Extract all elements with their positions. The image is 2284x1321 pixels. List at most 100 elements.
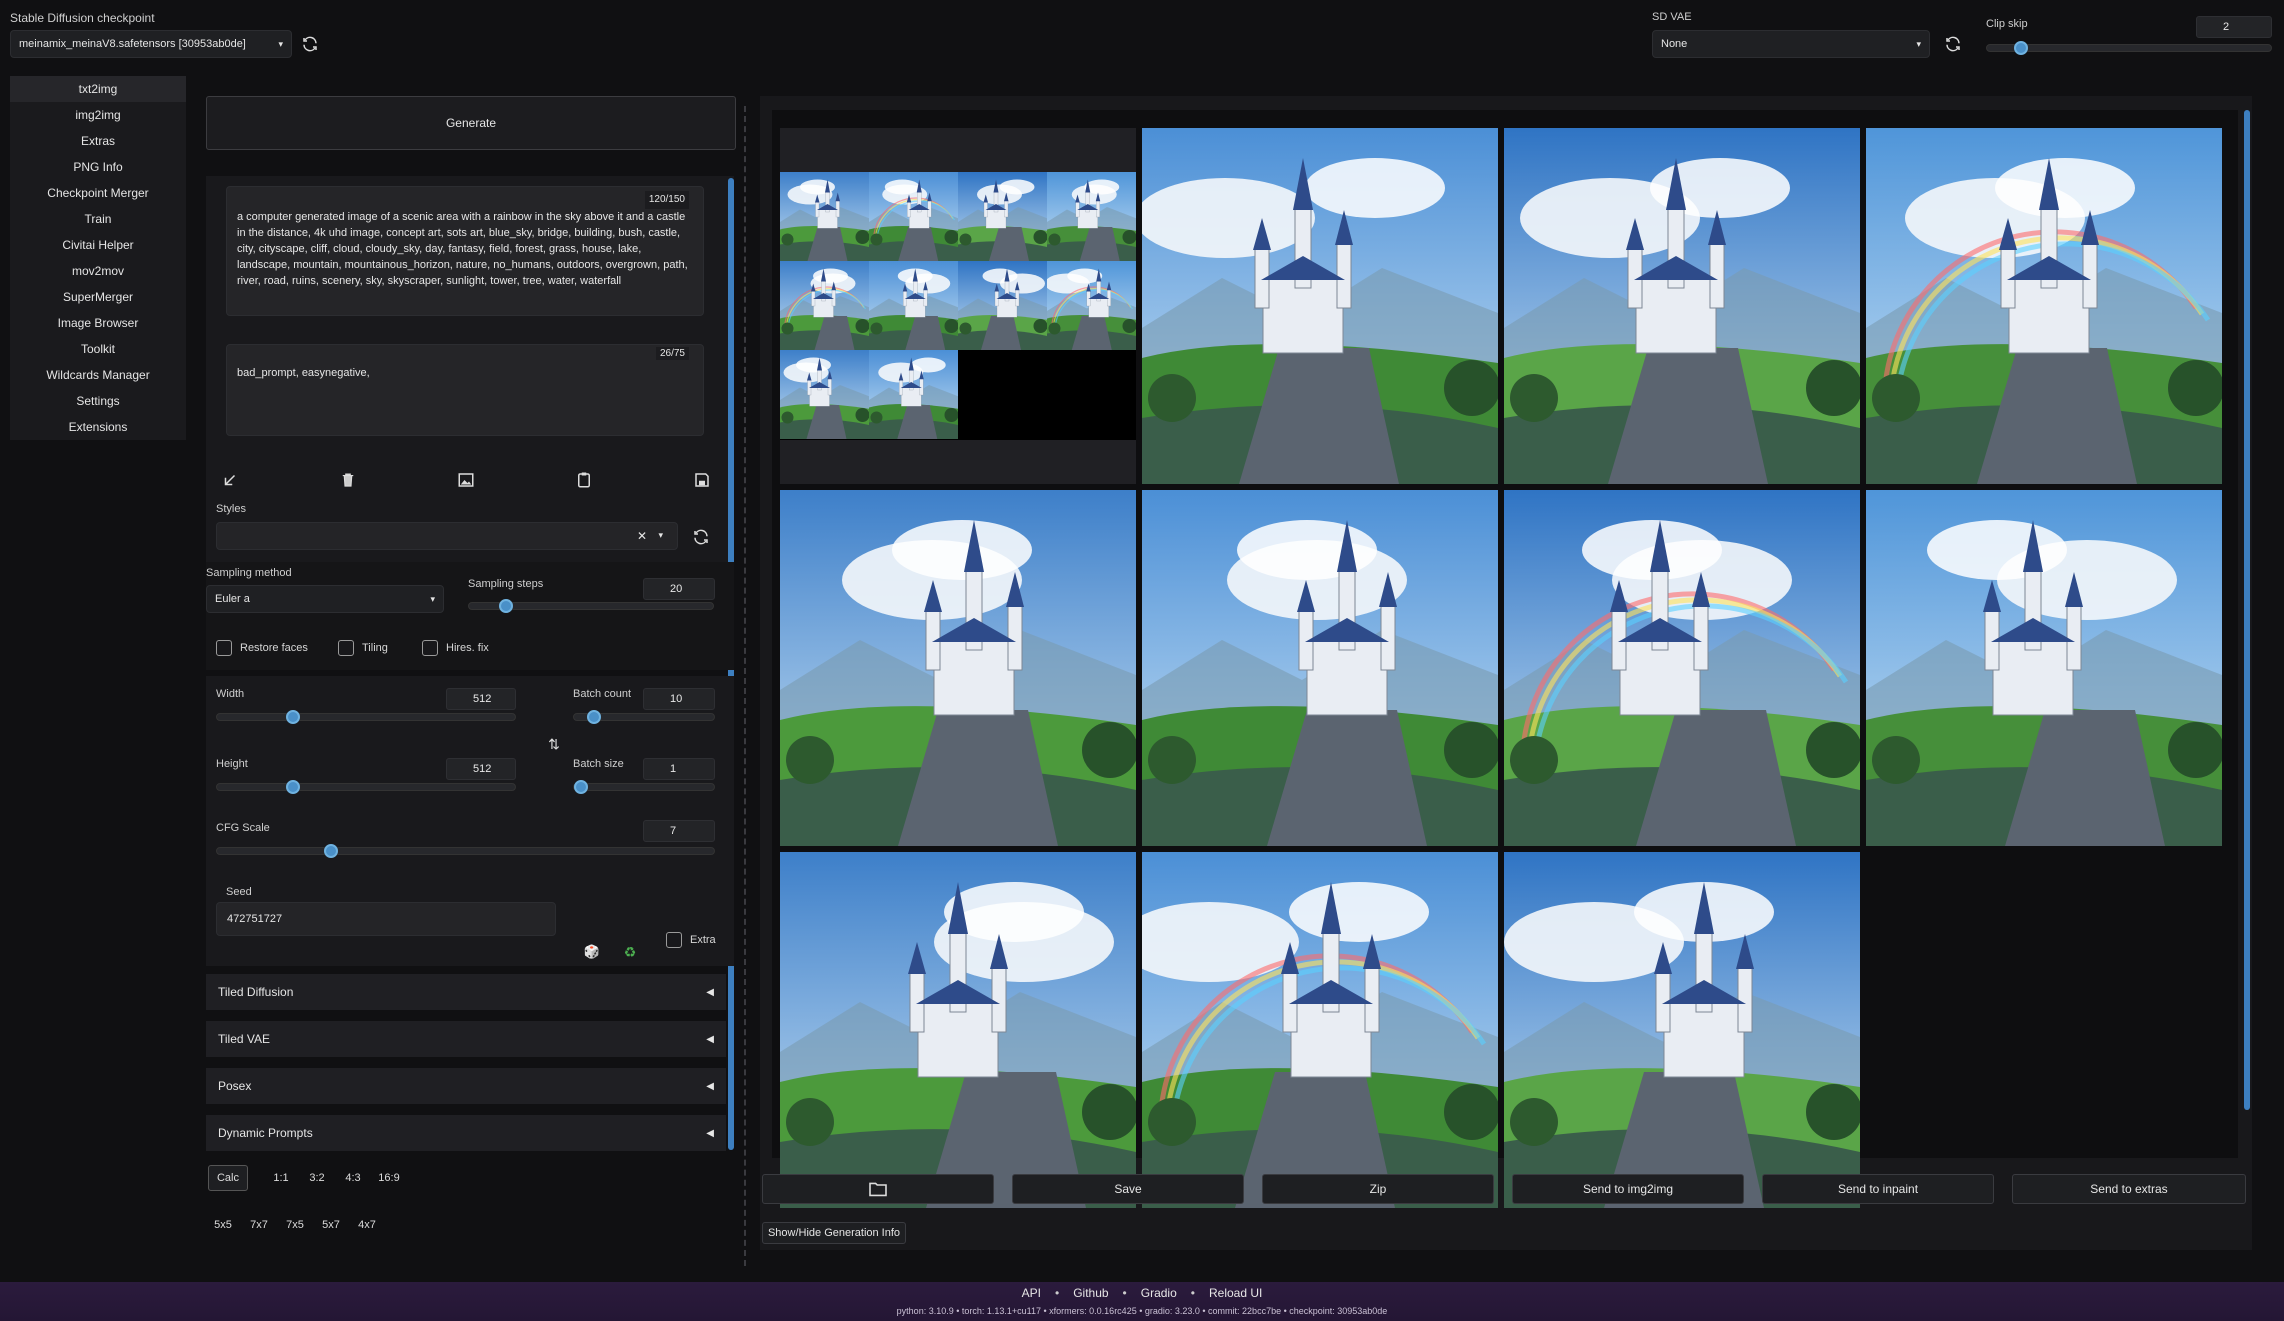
refresh-checkpoint-button[interactable] [297, 31, 323, 57]
restore-faces-checkbox[interactable]: Restore faces [216, 640, 308, 656]
extra-networks-button[interactable] [454, 468, 478, 492]
open-folder-button[interactable] [762, 1174, 994, 1204]
sidebar-item-toolkit[interactable]: Toolkit [10, 336, 186, 362]
grid-button-5x5[interactable]: 5x5 [208, 1212, 238, 1238]
gallery-image[interactable] [780, 490, 1136, 846]
sampling-steps-input[interactable]: 20 [643, 578, 715, 600]
sidebar-item-mov2mov[interactable]: mov2mov [10, 258, 186, 284]
send-to-inpaint-button[interactable]: Send to inpaint [1762, 1174, 1994, 1204]
vae-select[interactable]: None ▾ [1652, 30, 1930, 58]
footer-link-reload-ui[interactable]: Reload UI [1209, 1286, 1262, 1300]
swap-dimensions-button[interactable]: ⇅ [542, 732, 566, 756]
accordion-dynamic-prompts[interactable]: Dynamic Prompts ◀ [206, 1115, 726, 1151]
ratio-button-3-2[interactable]: 3:2 [302, 1165, 332, 1191]
clear-prompt-button[interactable] [336, 468, 360, 492]
batch-count-slider[interactable] [573, 710, 715, 724]
width-slider[interactable] [216, 710, 516, 724]
grid-button-5x7[interactable]: 5x7 [316, 1212, 346, 1238]
checkpoint-select[interactable]: meinamix_meinaV8.safetensors [30953ab0de… [10, 30, 292, 58]
send-to-extras-button[interactable]: Send to extras [2012, 1174, 2246, 1204]
sidebar-item-supermerger[interactable]: SuperMerger [10, 284, 186, 310]
send-to-img2img-button[interactable]: Send to img2img [1512, 1174, 1744, 1204]
sidebar-item-wildcards-manager[interactable]: Wildcards Manager [10, 362, 186, 388]
cfg-scale-slider[interactable] [216, 844, 715, 858]
tiling-checkbox[interactable]: Tiling [338, 640, 388, 656]
width-input[interactable]: 512 [446, 688, 516, 710]
close-icon[interactable]: ✕ [637, 529, 647, 543]
sidebar-item-settings[interactable]: Settings [10, 388, 186, 414]
grid-button-7x7[interactable]: 7x7 [244, 1212, 274, 1238]
refresh-vae-button[interactable] [1940, 31, 1966, 57]
save-button[interactable]: Save [1012, 1174, 1244, 1204]
footer-link-gradio[interactable]: Gradio [1141, 1286, 1177, 1300]
accordion-posex[interactable]: Posex ◀ [206, 1068, 726, 1104]
prompt-textarea[interactable]: 120/150 a computer generated image of a … [226, 186, 704, 316]
sidebar-item-txt2img[interactable]: txt2img [10, 76, 186, 102]
refresh-styles-button[interactable] [688, 524, 714, 550]
grid-button-7x5[interactable]: 7x5 [280, 1212, 310, 1238]
sidebar-item-extensions[interactable]: Extensions [10, 414, 186, 440]
sampling-method-select[interactable]: Euler a ▾ [206, 585, 444, 613]
sidebar-item-civitai-helper[interactable]: Civitai Helper [10, 232, 186, 258]
checkbox-box[interactable] [666, 932, 682, 948]
sidebar-item-png-info[interactable]: PNG Info [10, 154, 186, 180]
apply-style-button[interactable] [572, 468, 596, 492]
clip-skip-input[interactable]: 2 [2196, 16, 2272, 38]
sampling-steps-slider[interactable] [468, 599, 714, 613]
gallery-image[interactable] [1866, 128, 2222, 484]
ratio-button-calc[interactable]: Calc [208, 1165, 248, 1191]
styles-select[interactable]: ✕ ▾ [216, 522, 678, 550]
grid-thumbnail[interactable] [780, 128, 1136, 484]
batch-count-input[interactable]: 10 [643, 688, 715, 710]
sidebar-item-image-browser[interactable]: Image Browser [10, 310, 186, 336]
gallery-image[interactable] [1142, 852, 1498, 1208]
hires-fix-checkbox[interactable]: Hires. fix [422, 640, 489, 656]
sidebar-item-extras[interactable]: Extras [10, 128, 186, 154]
extra-seed-checkbox[interactable]: Extra [666, 932, 716, 948]
grid-button-4x7[interactable]: 4x7 [352, 1212, 382, 1238]
ratio-button-4-3[interactable]: 4:3 [338, 1165, 368, 1191]
negative-prompt-textarea[interactable]: 26/75 bad_prompt, easynegative, [226, 344, 704, 436]
random-seed-button[interactable]: 🎲 [582, 942, 602, 962]
batch-size-slider[interactable] [573, 780, 715, 794]
gallery-image[interactable] [1866, 490, 2222, 846]
batch-size-input[interactable]: 1 [643, 758, 715, 780]
footer-link-github[interactable]: Github [1073, 1286, 1108, 1300]
slider-handle[interactable] [323, 844, 338, 858]
zip-button[interactable]: Zip [1262, 1174, 1494, 1204]
gallery-image[interactable] [1504, 852, 1860, 1208]
reuse-seed-button[interactable]: ♻ [620, 942, 640, 962]
footer-link-api[interactable]: API [1022, 1286, 1041, 1300]
accordion-tiled-vae[interactable]: Tiled VAE ◀ [206, 1021, 726, 1057]
cfg-scale-input[interactable]: 7 [643, 820, 715, 842]
checkbox-box[interactable] [216, 640, 232, 656]
read-params-button[interactable] [218, 468, 242, 492]
accordion-tiled-diffusion[interactable]: Tiled Diffusion ◀ [206, 974, 726, 1010]
checkbox-box[interactable] [338, 640, 354, 656]
clip-skip-label: Clip skip [1986, 18, 2028, 30]
toggle-generation-info-button[interactable]: Show/Hide Generation Info [762, 1222, 906, 1244]
save-style-button[interactable] [690, 468, 714, 492]
ratio-button-1-1[interactable]: 1:1 [266, 1165, 296, 1191]
checkbox-box[interactable] [422, 640, 438, 656]
gallery-image[interactable] [1504, 490, 1860, 846]
slider-handle[interactable] [285, 710, 300, 724]
gallery-image[interactable] [1142, 128, 1498, 484]
gallery-image[interactable] [780, 852, 1136, 1208]
slider-handle[interactable] [586, 710, 601, 724]
sidebar-item-img2img[interactable]: img2img [10, 102, 186, 128]
sidebar-item-checkpoint-merger[interactable]: Checkpoint Merger [10, 180, 186, 206]
slider-handle[interactable] [285, 780, 300, 794]
height-slider[interactable] [216, 780, 516, 794]
generate-button[interactable]: Generate [206, 96, 736, 150]
clip-skip-slider[interactable] [1986, 41, 2272, 55]
gallery-image[interactable] [1142, 490, 1498, 846]
slider-handle[interactable] [2014, 41, 2029, 55]
gallery-image[interactable] [1504, 128, 1860, 484]
ratio-button-16-9[interactable]: 16:9 [372, 1165, 406, 1191]
seed-input[interactable]: 472751727 [216, 902, 556, 936]
sidebar-item-train[interactable]: Train [10, 206, 186, 232]
gallery-scrollbar[interactable] [2244, 110, 2250, 1110]
height-input[interactable]: 512 [446, 758, 516, 780]
slider-handle[interactable] [574, 780, 588, 794]
